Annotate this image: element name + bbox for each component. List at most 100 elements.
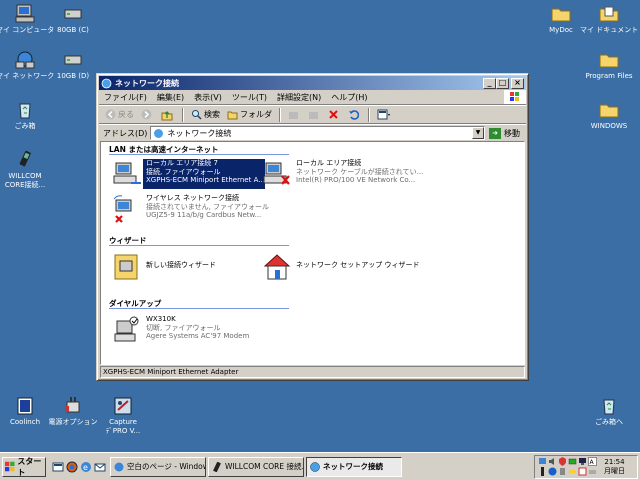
maximize-button[interactable]: □ xyxy=(496,77,509,89)
power-tray-icon[interactable] xyxy=(568,467,577,476)
folders-button[interactable]: フォルダ xyxy=(225,109,274,120)
task-list: 空白のページ - Windows ... WILLCOM CORE 接続ユ...… xyxy=(110,456,534,477)
move-to-button[interactable] xyxy=(286,109,303,120)
desktop-icon-program-files[interactable]: Program Files xyxy=(580,50,638,81)
connection-item-local-area-7[interactable]: ローカル エリア接続 7 接続, ファイアウォール XGPHS-ECM Mini… xyxy=(111,159,265,189)
wireless-disconnected-icon xyxy=(113,195,132,223)
network-icon xyxy=(310,461,320,472)
connection-item-wx310k[interactable]: WX310K 切断, ファイアウォール Agere Systems AC'97 … xyxy=(111,315,249,345)
calendar-tray-icon[interactable] xyxy=(578,467,587,476)
quick-launch: e xyxy=(52,461,106,473)
willcom-icon xyxy=(213,461,221,472)
security-tray-icon[interactable] xyxy=(558,457,567,466)
system-tray: A 21:54 月曜日 xyxy=(534,454,638,479)
wizard-network-setup[interactable]: ネットワーク セットアップ ウィザード xyxy=(261,252,419,282)
desktop-icon-label: Program Files xyxy=(585,72,633,80)
willcom-tray-icon[interactable] xyxy=(538,467,547,476)
delete-button[interactable] xyxy=(326,109,343,120)
antivirus-tray-icon[interactable] xyxy=(548,467,557,476)
desktop-icon-windows[interactable]: WINDOWS xyxy=(580,100,638,131)
volume-tray-icon[interactable] xyxy=(548,457,557,466)
firefox-icon[interactable] xyxy=(66,461,78,473)
desktop-icon-capture[interactable]: Capture ﾃﾞPRO V... xyxy=(94,396,152,436)
network-places-icon xyxy=(15,51,35,69)
clock[interactable]: 21:54 月曜日 xyxy=(604,458,625,476)
desktop-icon-recycle-bin[interactable]: ごみ箱 xyxy=(0,100,54,131)
print-tray-icon[interactable] xyxy=(588,467,597,476)
dialup-connection-icon xyxy=(114,316,139,342)
minimize-button[interactable]: _ xyxy=(483,77,496,89)
connection-device: UGJZ5-9 11a/b/g Cardbus Netw... xyxy=(146,211,262,219)
battery-tray-icon[interactable] xyxy=(568,457,577,466)
address-field[interactable]: ネットワーク接続 ▼ xyxy=(150,126,485,140)
back-button[interactable]: 戻る xyxy=(103,109,136,120)
recycle-bin-icon xyxy=(603,399,615,415)
windows-logo-icon xyxy=(5,461,15,472)
menu-view[interactable]: 表示(V) xyxy=(189,92,227,103)
connection-device: XGPHS-ECM Miniport Ethernet A... xyxy=(146,176,265,184)
desktop-icon-trash[interactable]: ごみ箱へ xyxy=(580,396,638,427)
task-button-willcom[interactable]: WILLCOM CORE 接続ユ... xyxy=(208,456,304,477)
desktop-icon-label: 10GB (D) xyxy=(56,72,90,80)
folders-icon xyxy=(227,111,238,120)
desktop-icon-my-documents[interactable]: マイ ドキュメント xyxy=(580,4,638,35)
lan-connection-icon xyxy=(113,162,141,184)
connection-status: 接続, ファイアウォール xyxy=(146,167,221,176)
desktop-icon-drive-c[interactable]: 80GB (C) xyxy=(44,4,102,35)
recycle-bin-icon xyxy=(19,103,31,119)
window-title: ネットワーク接続 xyxy=(115,78,179,88)
ime-tray-icon[interactable]: A xyxy=(588,457,597,466)
search-button[interactable]: 検索 xyxy=(189,109,222,120)
menu-help[interactable]: ヘルプ(H) xyxy=(326,92,372,103)
connection-device: Intel(R) PRO/100 VE Network Co... xyxy=(296,176,416,184)
menu-edit[interactable]: 編集(E) xyxy=(152,92,189,103)
menu-bar: ファイル(F) 編集(E) 表示(V) ツール(T) 詳細設定(N) ヘルプ(H… xyxy=(99,90,526,105)
task-label: WILLCOM CORE 接続ユ... xyxy=(225,462,303,471)
network-tray-icon[interactable] xyxy=(538,457,547,466)
network-connections-icon xyxy=(101,78,112,88)
back-label: 戻る xyxy=(118,110,134,119)
copy-to-button[interactable] xyxy=(306,109,323,120)
address-dropdown-button[interactable]: ▼ xyxy=(472,127,484,139)
show-desktop-icon[interactable] xyxy=(52,461,64,473)
go-arrow-icon: ➜ xyxy=(489,127,501,139)
connection-name: ローカル エリア接続 7 xyxy=(146,159,218,167)
undo-button[interactable] xyxy=(346,109,363,120)
folder-icon xyxy=(551,8,571,22)
connection-item-local-area[interactable]: ローカル エリア接続 ネットワーク ケーブルが接続されてい... Intel(R… xyxy=(261,159,423,189)
task-button-network-connections[interactable]: ネットワーク接続 xyxy=(306,456,402,477)
desktop-icon-willcom[interactable]: WILLCOM CORE接続... xyxy=(0,150,54,190)
display-tray-icon[interactable] xyxy=(578,457,587,466)
toolbar: 戻る 検索 フォルダ xyxy=(99,105,526,124)
ie-icon[interactable]: e xyxy=(80,461,92,473)
up-folder-button[interactable] xyxy=(159,109,177,121)
copy-to-icon xyxy=(309,112,318,119)
close-button[interactable]: × xyxy=(511,77,524,89)
views-button[interactable] xyxy=(375,109,395,120)
usb-tray-icon[interactable] xyxy=(558,467,567,476)
group-divider xyxy=(109,308,289,309)
desktop-icon-drive-d[interactable]: 10GB (D) xyxy=(44,50,102,81)
window-titlebar[interactable]: ネットワーク接続 _ □ × xyxy=(99,76,526,90)
menu-tools[interactable]: ツール(T) xyxy=(227,92,272,103)
svg-text:e: e xyxy=(83,463,88,472)
taskbar: スタート e 空白のページ - Windows ... WILLCOM CORE… xyxy=(0,452,640,480)
task-button-ie[interactable]: 空白のページ - Windows ... xyxy=(110,456,206,477)
go-button[interactable]: ➜ 移動 xyxy=(489,127,520,139)
my-documents-icon xyxy=(599,6,619,22)
desktop-icon-label: WILLCOM xyxy=(8,172,42,180)
folder-icon xyxy=(599,54,619,68)
wizard-new-connection[interactable]: 新しい接続ウィザード xyxy=(111,252,216,282)
desktop-icon-label-line2: ﾃﾞPRO V... xyxy=(105,427,141,435)
back-arrow-icon xyxy=(105,109,116,120)
forward-button[interactable] xyxy=(139,109,156,120)
start-button[interactable]: スタート xyxy=(2,456,46,477)
menu-advanced[interactable]: 詳細設定(N) xyxy=(272,92,326,103)
outlook-express-icon[interactable] xyxy=(94,461,106,473)
menu-file[interactable]: ファイル(F) xyxy=(99,92,152,103)
toolbar-separator xyxy=(279,107,281,122)
group-divider xyxy=(109,245,289,246)
desktop-icon-label: WINDOWS xyxy=(590,122,628,130)
connection-item-wireless[interactable]: ワイヤレス ネットワーク接続 接続されていません, ファイアウォール UGJZ5… xyxy=(111,194,269,224)
search-label: 検索 xyxy=(204,110,220,119)
